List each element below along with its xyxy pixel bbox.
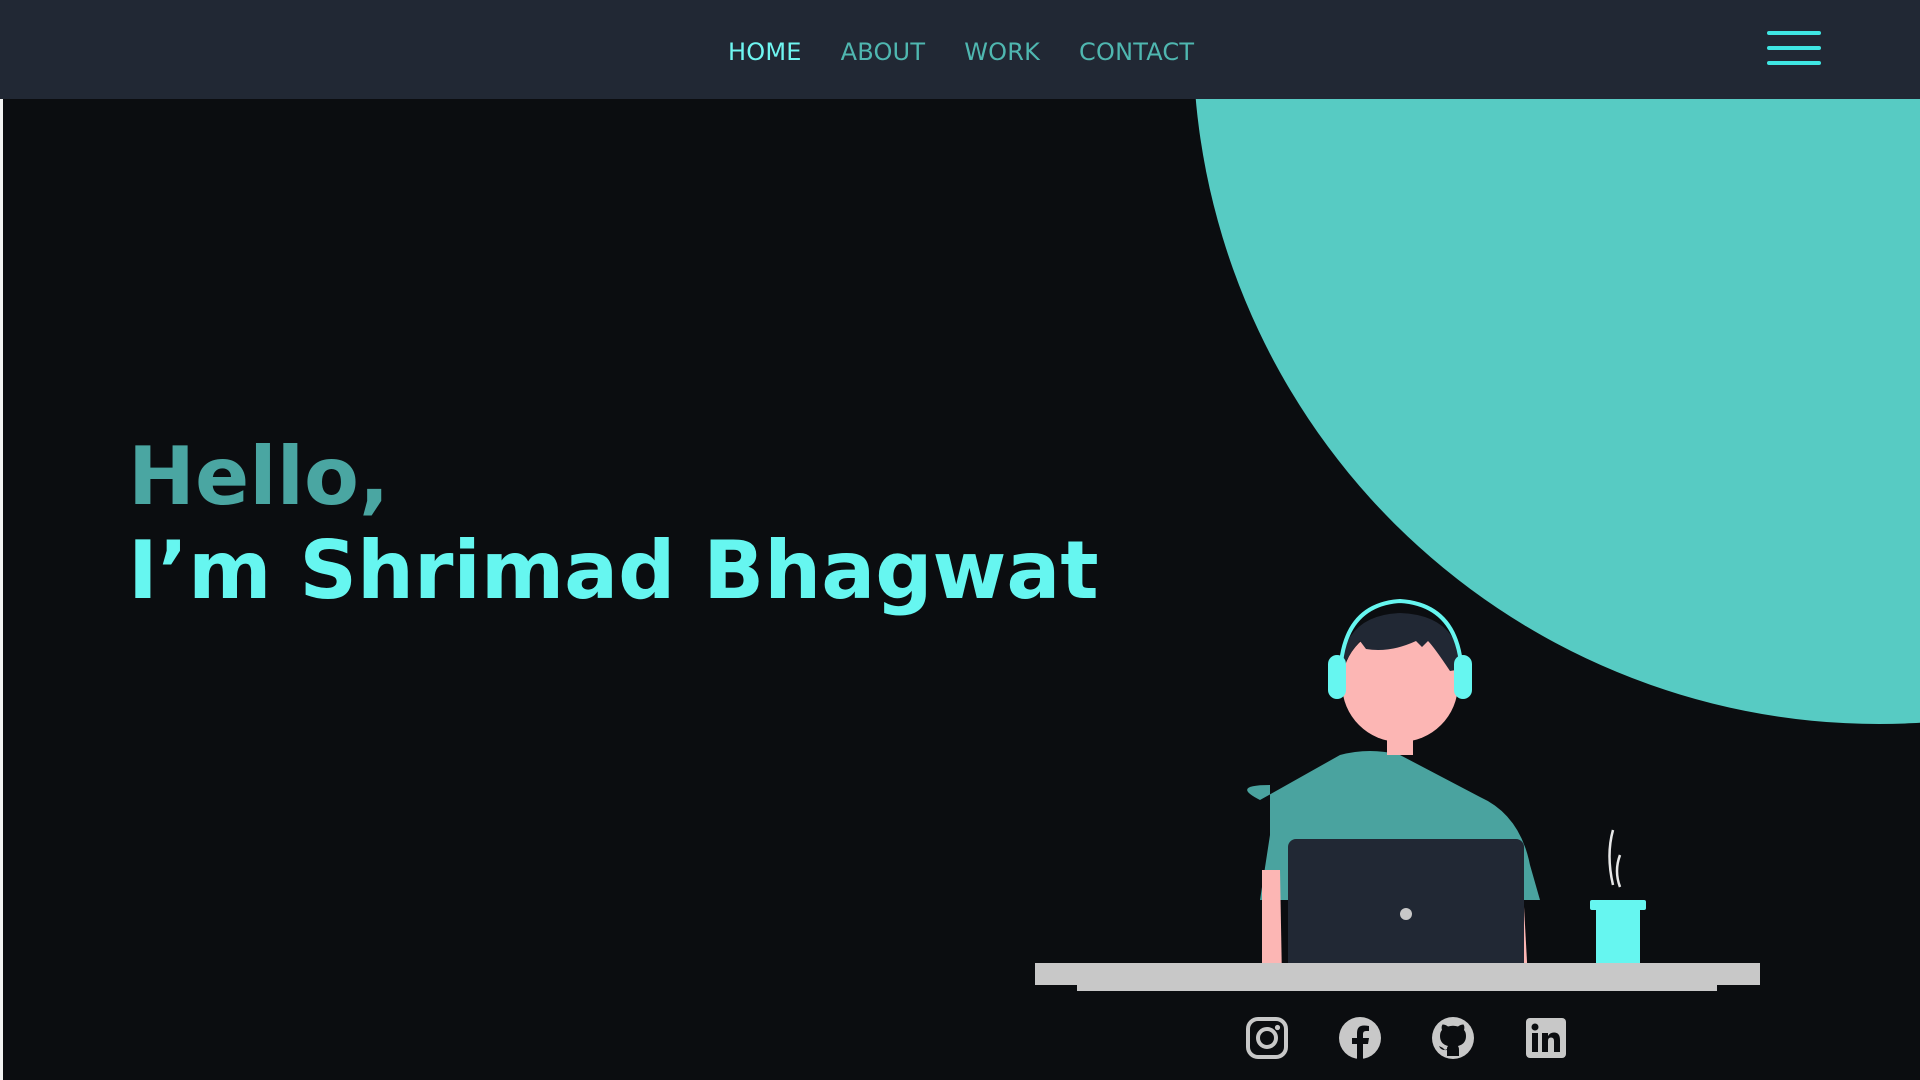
- developer-illustration: [1035, 598, 1760, 991]
- social-links: [1245, 1016, 1568, 1060]
- desk-leg-band: [1077, 985, 1717, 991]
- hero-intro: I’m Shrimad Bhagwat: [128, 524, 1099, 617]
- nav-link-contact[interactable]: CONTACT: [1079, 38, 1194, 66]
- left-border: [0, 99, 3, 1080]
- facebook-icon[interactable]: [1338, 1016, 1382, 1060]
- linkedin-icon[interactable]: [1524, 1016, 1568, 1060]
- steam-1: [1608, 829, 1615, 886]
- nav-link-about[interactable]: ABOUT: [841, 38, 926, 66]
- coffee-mug-lid: [1590, 900, 1646, 910]
- github-icon[interactable]: [1431, 1016, 1475, 1060]
- top-navbar: HOME ABOUT WORK CONTACT: [0, 0, 1920, 99]
- hero-text: Hello, I’m Shrimad Bhagwat: [128, 430, 1099, 618]
- hero-greeting: Hello,: [128, 430, 390, 523]
- portfolio-page: HOME ABOUT WORK CONTACT Hello, I’m Shrim…: [0, 0, 1920, 1080]
- laptop-logo: [1400, 908, 1412, 920]
- desk-top: [1035, 963, 1760, 985]
- nav-links: HOME ABOUT WORK CONTACT: [728, 38, 1194, 66]
- headphone-right-cup: [1454, 655, 1472, 699]
- nav-link-work[interactable]: WORK: [964, 38, 1040, 66]
- steam-2: [1615, 854, 1622, 888]
- instagram-icon[interactable]: [1245, 1016, 1289, 1060]
- headphone-left-cup: [1328, 655, 1346, 699]
- nav-link-home[interactable]: HOME: [728, 38, 802, 66]
- hamburger-menu-icon[interactable]: [1767, 31, 1821, 67]
